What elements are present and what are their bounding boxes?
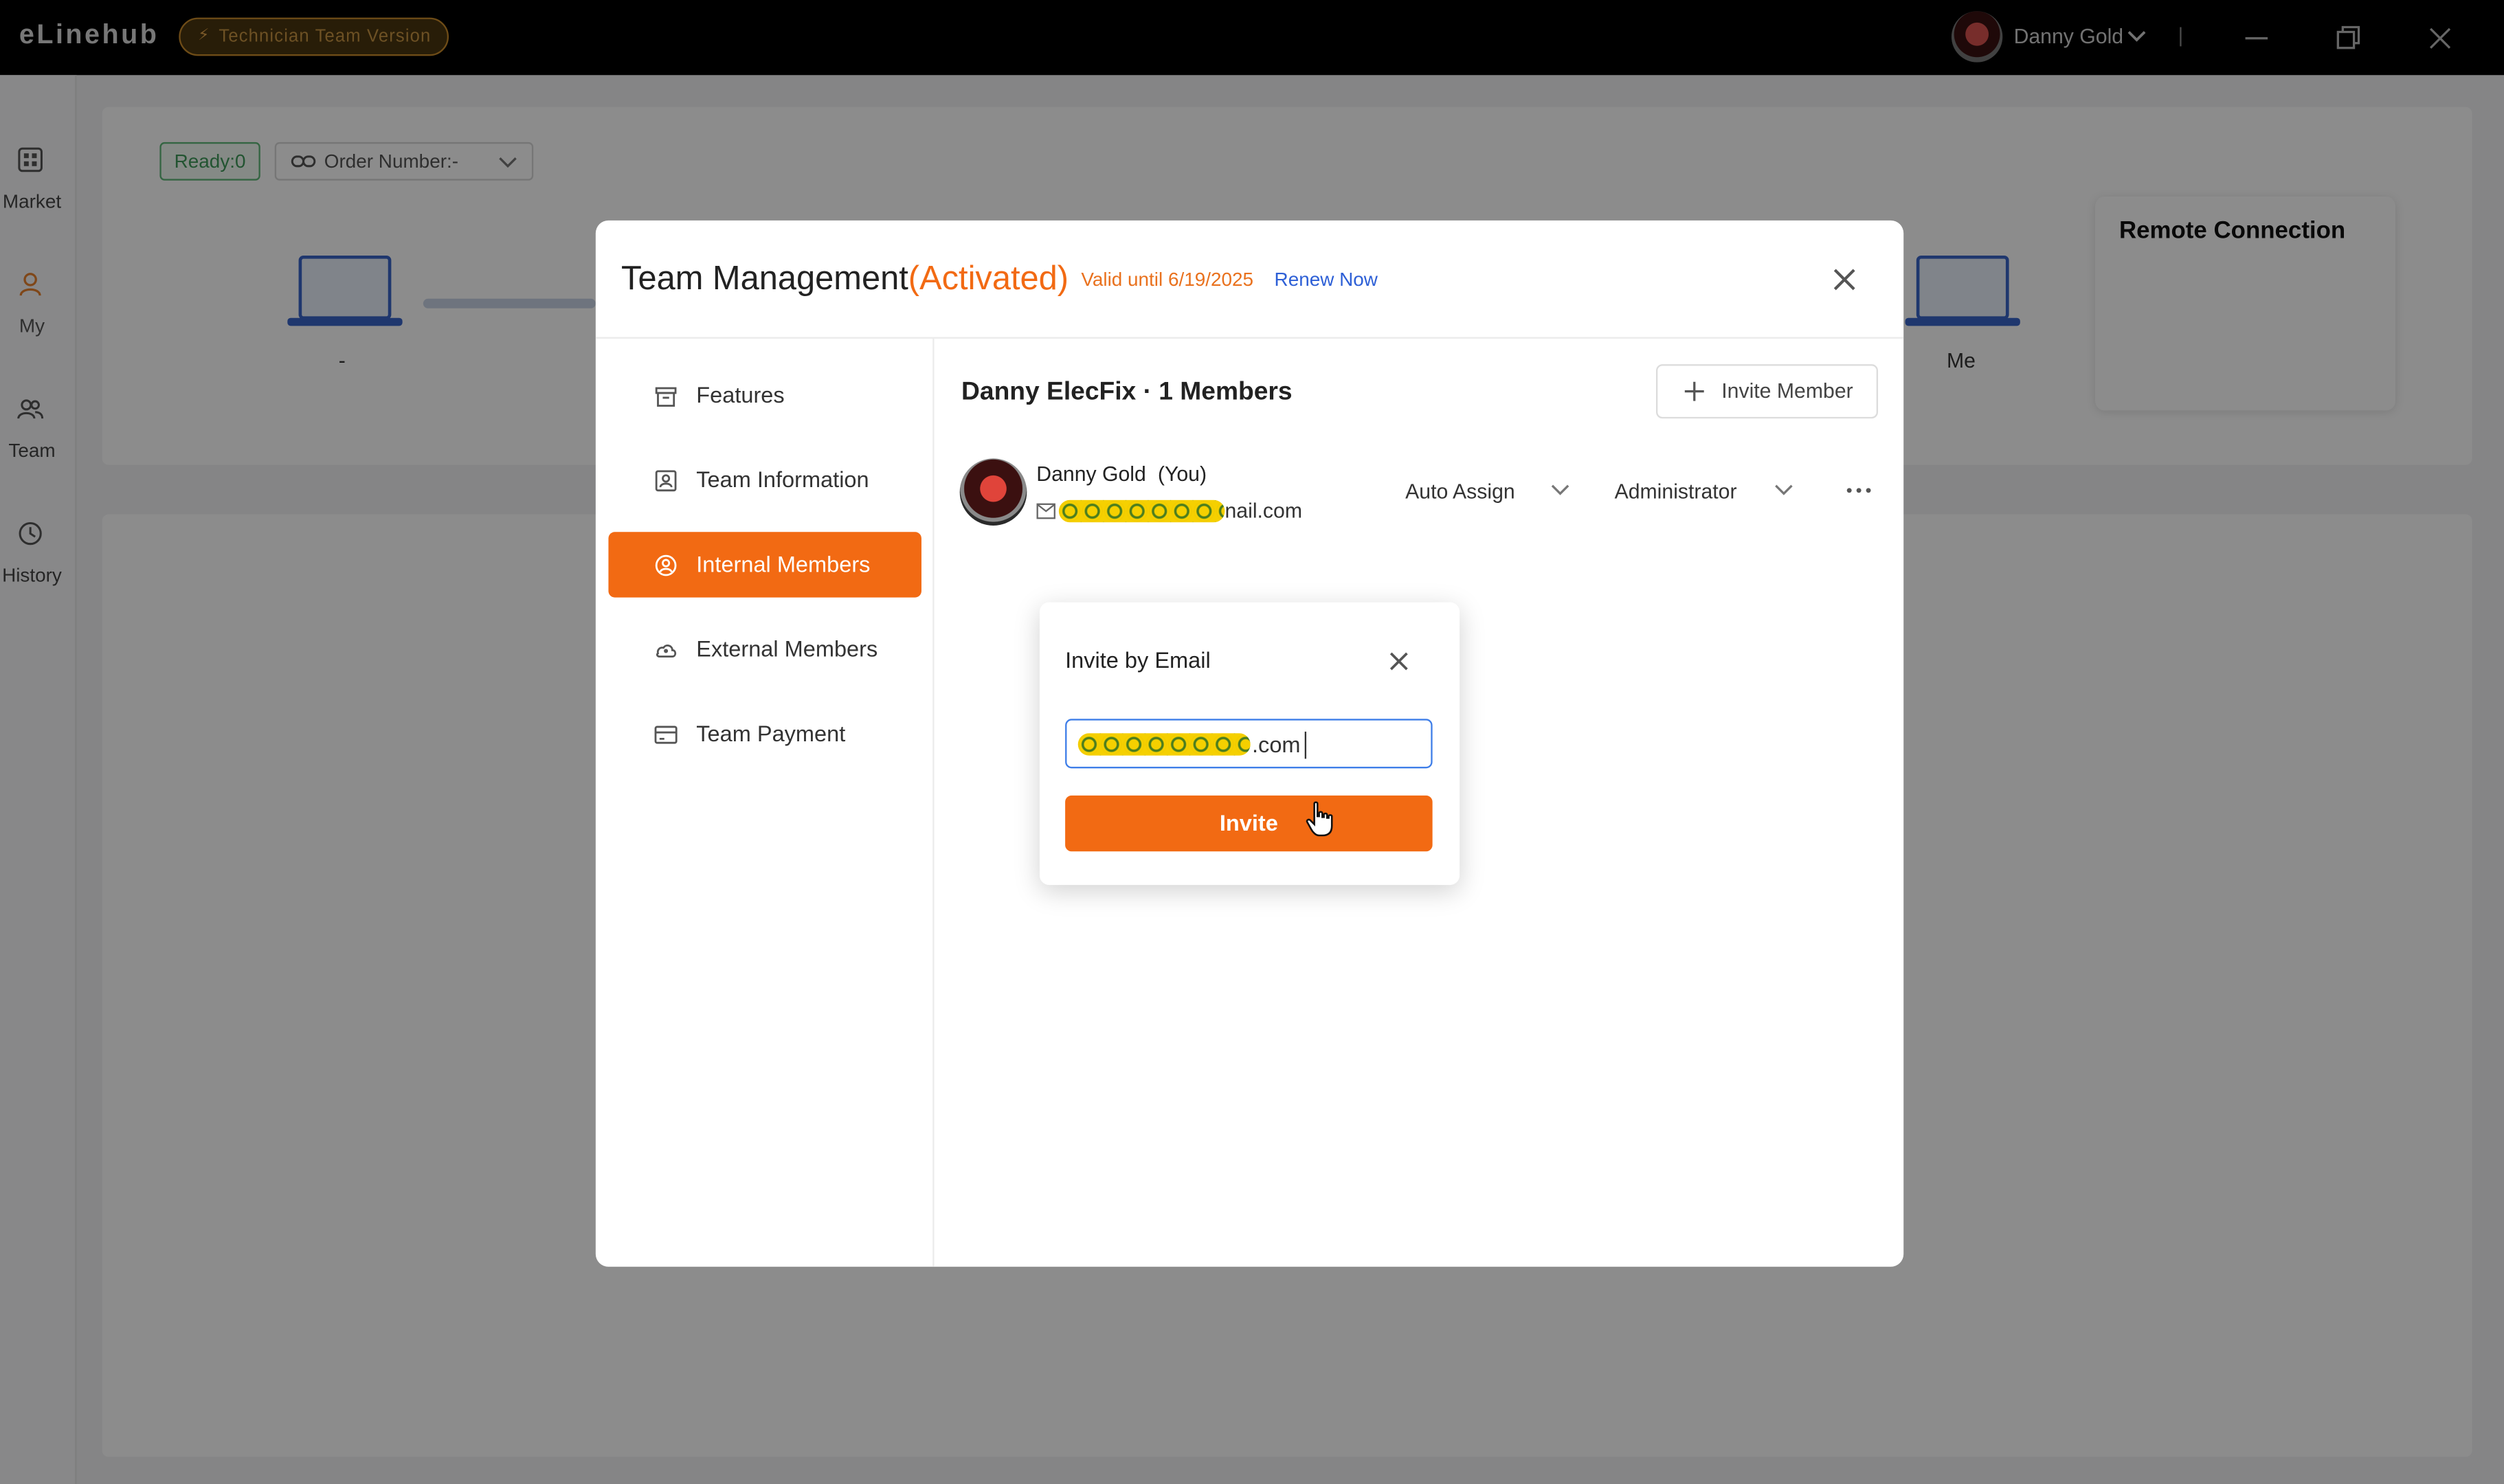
sidebar-label-internal-members: Internal Members [696, 551, 871, 577]
email-redaction [1058, 499, 1225, 523]
modal-header: Team Management(Activated) Valid until 6… [595, 221, 1904, 339]
hand-cursor-icon [1306, 801, 1333, 837]
cloud-member-icon [656, 644, 677, 658]
invite-member-button[interactable]: Invite Member [1655, 364, 1879, 419]
sidebar-label-team-information: Team Information [696, 466, 869, 493]
role-select[interactable]: Administrator [1615, 480, 1737, 504]
member-email: nail.com [1225, 498, 1303, 523]
sidebar-label-features: Features [696, 381, 785, 407]
sidebar-label-team-payment: Team Payment [696, 720, 846, 746]
modal-title: Team Management(Activated) [621, 260, 1069, 299]
more-options-icon[interactable] [1844, 480, 1873, 502]
invite-button[interactable]: Invite [1065, 795, 1433, 852]
plus-icon [1684, 381, 1704, 401]
assign-select[interactable]: Auto Assign [1405, 480, 1515, 504]
team-sidebar: Features Team Information Internal Membe… [596, 338, 935, 1267]
team-header: Danny ElecFix · 1 Members [961, 379, 1293, 406]
chevron-down-icon[interactable] [1773, 480, 1796, 502]
chevron-down-icon[interactable] [1549, 480, 1572, 502]
box-icon [655, 387, 677, 407]
invite-member-label: Invite Member [1721, 379, 1853, 403]
sidebar-item-internal-members[interactable]: Internal Members [608, 532, 921, 598]
member-you-tag: (You) [1157, 461, 1207, 486]
invite-by-email-dialog: Invite by Email .com Invite [1039, 602, 1460, 886]
activation-status: (Activated) [908, 260, 1069, 297]
modal-title-text: Team Management [621, 260, 908, 297]
dialog-title: Invite by Email [1065, 647, 1211, 673]
email-input-value: .com [1252, 731, 1301, 758]
valid-until: Valid until 6/19/2025 [1081, 268, 1254, 291]
mail-icon [1036, 503, 1055, 519]
sidebar-item-features[interactable]: Features [608, 363, 921, 428]
card-icon [654, 726, 678, 744]
close-icon[interactable] [1386, 649, 1411, 674]
member-avatar [959, 458, 1027, 526]
renew-now-link[interactable]: Renew Now [1275, 269, 1378, 291]
member-icon [655, 554, 677, 576]
email-input-redaction [1077, 733, 1251, 756]
sidebar-label-external-members: External Members [696, 636, 878, 662]
sidebar-item-team-information[interactable]: Team Information [608, 447, 921, 513]
member-name: Danny Gold [1036, 461, 1146, 486]
sidebar-item-external-members[interactable]: External Members [608, 616, 921, 682]
id-card-icon [655, 470, 677, 492]
text-caret [1304, 731, 1307, 759]
email-input[interactable]: .com [1065, 719, 1433, 769]
close-icon[interactable] [1829, 264, 1860, 296]
sidebar-item-team-payment[interactable]: Team Payment [608, 701, 921, 767]
